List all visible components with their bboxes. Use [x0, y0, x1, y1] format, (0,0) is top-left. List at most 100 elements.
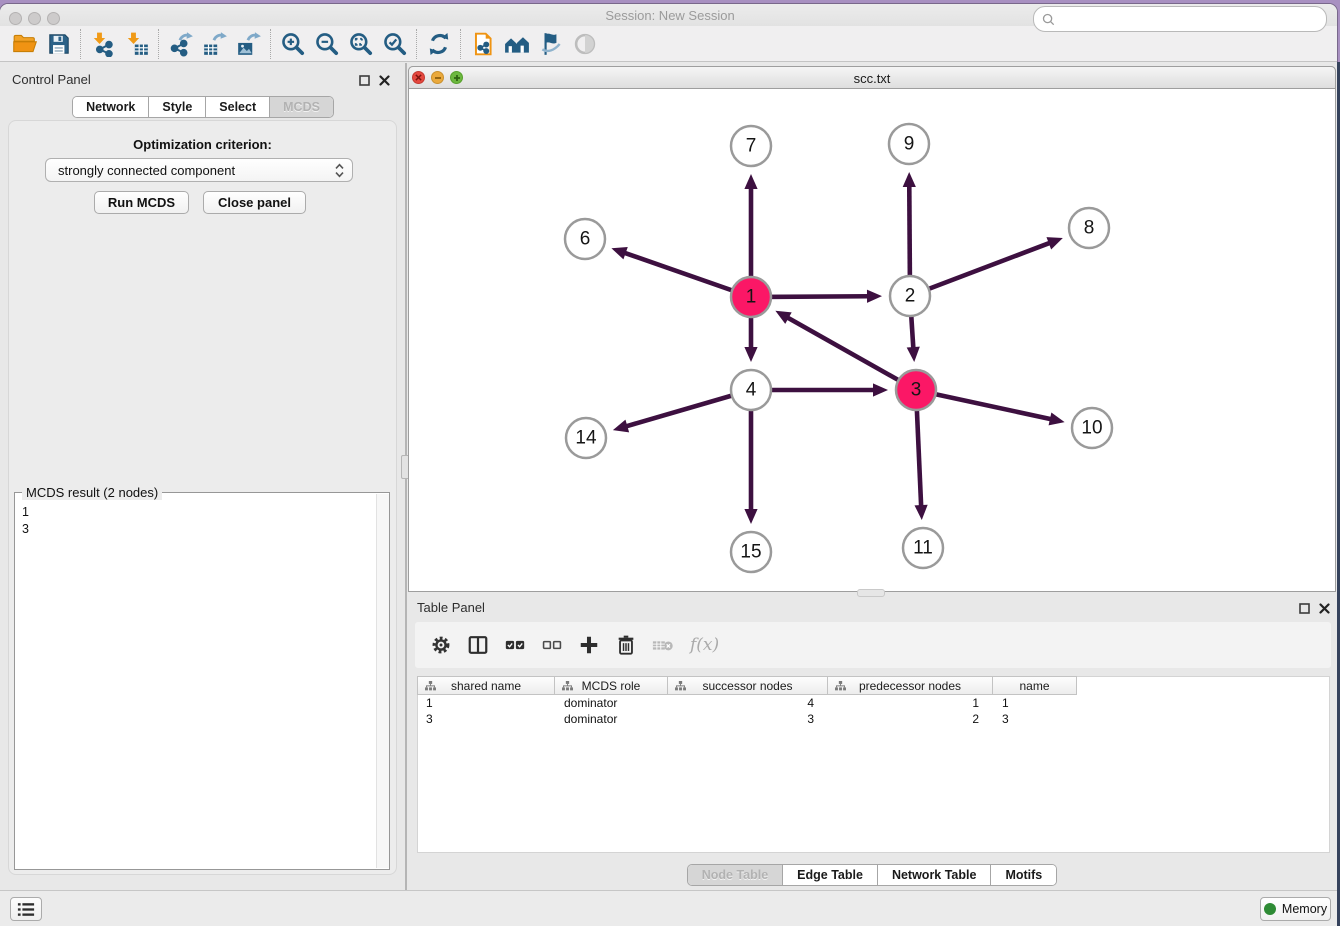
memory-label: Memory: [1282, 902, 1327, 916]
duplicate-network-icon[interactable]: [466, 29, 500, 59]
table-cell[interactable]: 3: [993, 711, 1077, 727]
zoom-out-icon[interactable]: [310, 29, 344, 59]
graph-node-15[interactable]: 15: [731, 532, 771, 572]
table-cell[interactable]: 3: [668, 711, 828, 727]
table-cell[interactable]: 1: [993, 695, 1077, 711]
search-input[interactable]: [1055, 10, 1326, 28]
graph-edge-3-10[interactable]: [916, 390, 1065, 425]
search-box: [1033, 6, 1327, 32]
network-graph-canvas[interactable]: 7 9 6 8 1 2 4 3 14 10 15 11: [409, 89, 1335, 591]
mcds-result-list[interactable]: 13: [16, 500, 368, 870]
column-header-label: predecessor nodes: [859, 679, 961, 693]
horizontal-divider-grip[interactable]: [857, 589, 885, 597]
table-cell[interactable]: dominator: [555, 695, 668, 711]
status-bar: [0, 890, 1337, 926]
criterion-select[interactable]: strongly connected component: [45, 158, 353, 182]
table-toolbar: f(x): [415, 622, 1331, 668]
column-header-successor-nodes[interactable]: successor nodes: [668, 676, 828, 695]
close-panel-button[interactable]: Close panel: [203, 191, 306, 214]
graph-node-label: 11: [913, 538, 933, 559]
import-table-icon[interactable]: [120, 29, 154, 59]
tab-select[interactable]: Select: [205, 97, 269, 117]
toolbar-separator: [270, 29, 272, 59]
graph-node-6[interactable]: 6: [565, 219, 605, 259]
table-row[interactable]: 1dominator411: [417, 695, 1077, 711]
gear-icon[interactable]: [425, 630, 457, 660]
graph-node-2[interactable]: 2: [890, 276, 930, 316]
graph-node-7[interactable]: 7: [731, 126, 771, 166]
table-panel-close-icon[interactable]: [1318, 602, 1330, 614]
zoom-selected-icon[interactable]: [378, 29, 412, 59]
table-cell[interactable]: 3: [417, 711, 555, 727]
uncheck-all-icon[interactable]: [536, 630, 568, 660]
open-file-icon[interactable]: [8, 29, 42, 59]
graph-node-label: 3: [911, 380, 922, 401]
show-networks-icon[interactable]: [500, 29, 534, 59]
tab-edge-table[interactable]: Edge Table: [782, 865, 877, 885]
flag-icon[interactable]: [534, 29, 568, 59]
chevron-up-down-icon: [335, 163, 344, 178]
tab-style[interactable]: Style: [148, 97, 205, 117]
export-network-icon[interactable]: [164, 29, 198, 59]
table-cell[interactable]: 4: [668, 695, 828, 711]
graph-node-4[interactable]: 4: [731, 370, 771, 410]
table-cell[interactable]: 2: [828, 711, 993, 727]
table-cell[interactable]: dominator: [555, 711, 668, 727]
hierarchy-icon: [425, 681, 436, 695]
graph-edge-3-1[interactable]: [775, 311, 916, 390]
zoom-fit-icon[interactable]: [344, 29, 378, 59]
column-header-MCDS-role[interactable]: MCDS role: [555, 676, 668, 695]
graph-edge-2-8[interactable]: [910, 237, 1063, 296]
graph-edge-4-14[interactable]: [613, 390, 751, 432]
import-network-icon[interactable]: [86, 29, 120, 59]
mcds-result-title: MCDS result (2 nodes): [22, 485, 162, 500]
refresh-icon[interactable]: [422, 29, 456, 59]
delete-column-icon[interactable]: [610, 630, 642, 660]
mcds-result-line: 1: [22, 504, 368, 521]
table-cell[interactable]: 1: [828, 695, 993, 711]
tab-motifs[interactable]: Motifs: [990, 865, 1056, 885]
graph-node-label: 10: [1081, 418, 1102, 439]
table-panel-title: Table Panel: [417, 600, 485, 615]
graph-node-8[interactable]: 8: [1069, 208, 1109, 248]
table-panel-tabs: Node TableEdge TableNetwork TableMotifs: [408, 864, 1336, 886]
tab-mcds[interactable]: MCDS: [269, 97, 333, 117]
column-header-shared-name[interactable]: shared name: [417, 676, 555, 695]
column-header-label: shared name: [451, 679, 521, 693]
graph-node-label: 7: [746, 136, 757, 157]
tab-node-table[interactable]: Node Table: [688, 865, 782, 885]
check-all-icon[interactable]: [499, 630, 531, 660]
memory-button[interactable]: Memory: [1260, 897, 1331, 921]
table-row[interactable]: 3dominator323: [417, 711, 1077, 727]
add-column-icon[interactable]: [573, 630, 605, 660]
graph-node-label: 6: [580, 229, 591, 250]
export-table-icon[interactable]: [198, 29, 232, 59]
column-header-label: MCDS role: [582, 679, 641, 693]
zoom-in-icon[interactable]: [276, 29, 310, 59]
graph-node-14[interactable]: 14: [566, 418, 606, 458]
graph-node-3[interactable]: 3: [896, 370, 936, 410]
control-panel-close-icon[interactable]: [378, 74, 390, 86]
run-mcds-button[interactable]: Run MCDS: [94, 191, 189, 214]
graph-node-label: 1: [746, 287, 757, 308]
table-panel-float-icon[interactable]: [1298, 602, 1310, 614]
graph-edge-1-6[interactable]: [611, 247, 751, 297]
tab-network-table[interactable]: Network Table: [877, 865, 991, 885]
save-session-icon[interactable]: [42, 29, 76, 59]
graph-node-11[interactable]: 11: [903, 528, 943, 568]
tab-network[interactable]: Network: [73, 97, 148, 117]
column-header-predecessor-nodes[interactable]: predecessor nodes: [828, 676, 993, 695]
mcds-result-scrollbar[interactable]: [376, 494, 389, 868]
hierarchy-icon: [675, 681, 686, 695]
graph-node-1[interactable]: 1: [731, 277, 771, 317]
export-image-icon[interactable]: [232, 29, 266, 59]
control-panel-float-icon[interactable]: [358, 74, 370, 86]
function-builder-label[interactable]: f(x): [684, 635, 719, 655]
column-header-label: successor nodes: [702, 679, 792, 693]
columns-icon[interactable]: [462, 630, 494, 660]
graph-node-9[interactable]: 9: [889, 124, 929, 164]
table-cell[interactable]: 1: [417, 695, 555, 711]
task-history-button[interactable]: [10, 897, 42, 921]
column-header-name[interactable]: name: [993, 676, 1077, 695]
graph-node-10[interactable]: 10: [1072, 408, 1112, 448]
